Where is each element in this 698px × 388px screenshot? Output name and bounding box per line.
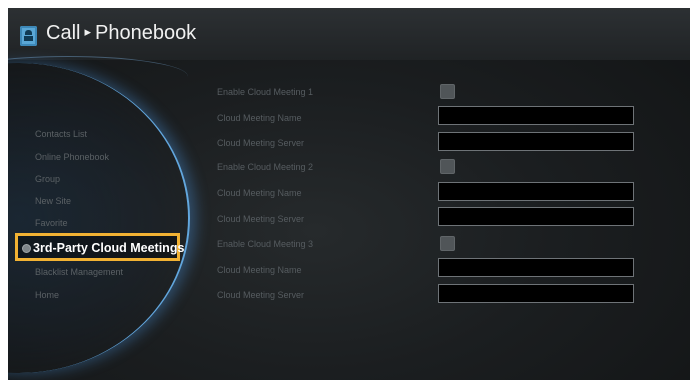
breadcrumb-call: Call (46, 22, 81, 44)
enable-cloud-meeting-3-label: Enable Cloud Meeting 3 (217, 239, 314, 249)
cloud-meeting-3-server-input[interactable] (438, 284, 634, 303)
enable-cloud-meeting-3-checkbox[interactable] (440, 236, 455, 251)
selected-indicator-icon (22, 244, 31, 253)
menu-item-contacts-list[interactable]: Contacts List (35, 129, 87, 139)
menu-item-label: 3rd-Party Cloud Meetings (33, 241, 185, 255)
cloud-meeting-1-name-label: Cloud Meeting Name (217, 113, 302, 123)
cloud-meeting-2-server-label: Cloud Meeting Server (217, 214, 305, 224)
menu-item-3rd-party-cloud-meetings[interactable]: 3rd-Party Cloud Meetings (15, 233, 184, 261)
menu-item-online-phonebook[interactable]: Online Phonebook (35, 152, 109, 162)
cloud-meeting-3-server-label: Cloud Meeting Server (217, 290, 305, 300)
cloud-meeting-2-name-input[interactable] (438, 182, 634, 201)
menu-item-group[interactable]: Group (35, 174, 60, 184)
cloud-meeting-1-server-label: Cloud Meeting Server (217, 138, 305, 148)
menu-item-new-site[interactable]: New Site (35, 196, 71, 206)
menu-item-blacklist-management[interactable]: Blacklist Management (35, 267, 123, 277)
breadcrumb-arrow-icon: ▸ (84, 24, 91, 39)
cloud-meeting-2-name-label: Cloud Meeting Name (217, 188, 302, 198)
tv-screen: Call ▸ Phonebook Contacts List Online Phon… (8, 8, 690, 380)
enable-cloud-meeting-2-label: Enable Cloud Meeting 2 (217, 162, 314, 172)
enable-cloud-meeting-1-label: Enable Cloud Meeting 1 (217, 87, 314, 97)
breadcrumb-phonebook: Phonebook (94, 22, 197, 44)
orb-highlight (8, 56, 188, 97)
enable-cloud-meeting-2-checkbox[interactable] (440, 159, 455, 174)
header-bar: Call ▸ Phonebook (8, 8, 690, 60)
page-title: Call ▸ Phonebook (46, 22, 196, 45)
cloud-meeting-1-name-input[interactable] (438, 106, 634, 125)
cloud-meeting-3-name-input[interactable] (438, 258, 634, 277)
enable-cloud-meeting-1-checkbox[interactable] (440, 84, 455, 99)
menu-item-favorite[interactable]: Favorite (35, 218, 68, 228)
cloud-meeting-2-server-input[interactable] (438, 207, 634, 226)
menu-item-home[interactable]: Home (35, 290, 59, 300)
phonebook-icon (20, 26, 37, 46)
cloud-meeting-1-server-input[interactable] (438, 132, 634, 151)
cloud-meeting-3-name-label: Cloud Meeting Name (217, 265, 302, 275)
